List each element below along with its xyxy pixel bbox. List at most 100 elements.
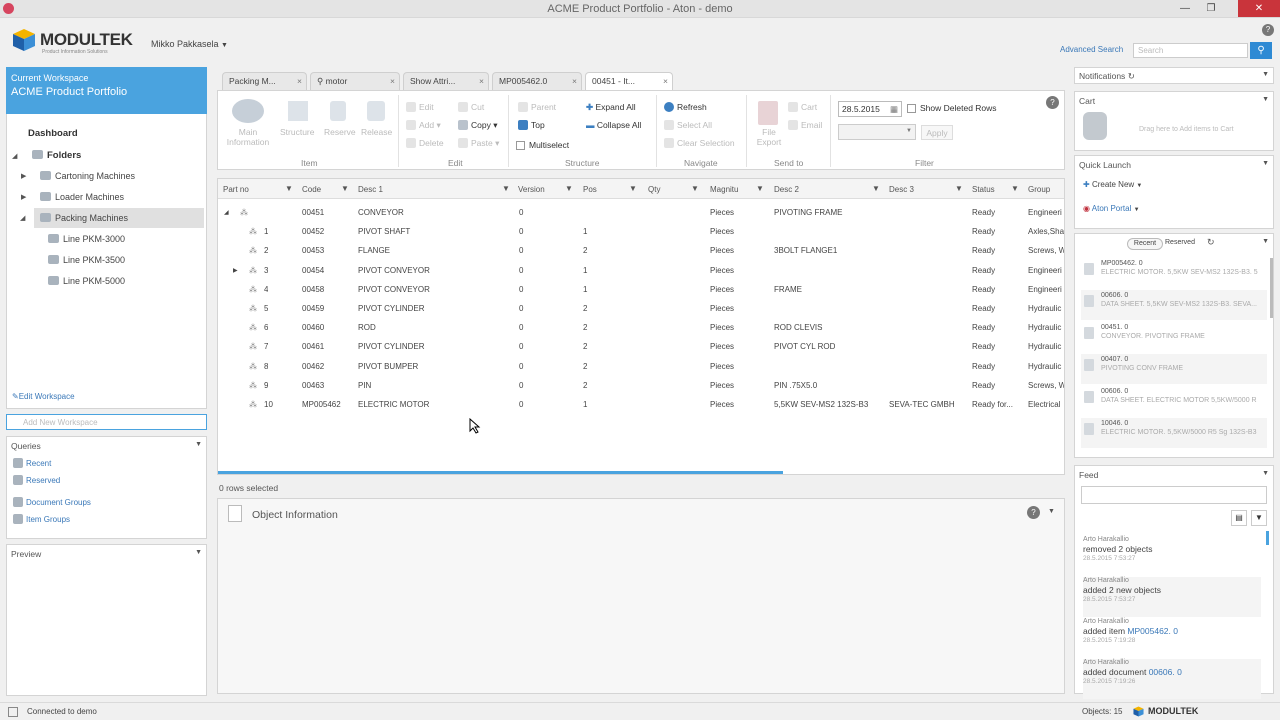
horizontal-scrollbar[interactable] [218, 471, 783, 474]
col-magnitude[interactable]: Magnitu [710, 185, 738, 194]
query-recent[interactable]: Recent [13, 458, 51, 468]
structure-button[interactable]: Structure [280, 127, 315, 137]
table-row[interactable]: ▶ ⁂ 3 00454 PIVOT CONVEYOR 0 1 Pieces Ready Engin… [218, 261, 1064, 280]
table-row[interactable]: ⁂ 1 00452 PIVOT SHAFT 0 1 Pieces Ready Axles,Sha [218, 222, 1064, 241]
notifications-title[interactable]: Notifications ↻ [1079, 71, 1135, 82]
comment-icon[interactable]: ▤ [1231, 510, 1247, 526]
table-row[interactable]: ⁂ 9 00463 PIN 0 2 Pieces PIN .75X5.0 Ready Screws… [218, 376, 1064, 395]
col-group[interactable]: Group [1028, 185, 1050, 194]
refresh-icon[interactable]: ↻ [1207, 237, 1215, 248]
col-desc2[interactable]: Desc 2 [774, 185, 799, 194]
filter-icon[interactable]: ▼ [565, 184, 573, 193]
filter-icon[interactable]: ▼ [872, 184, 880, 193]
filter-icon[interactable]: ▼ [955, 184, 963, 193]
expand-icon[interactable]: ▶ [21, 193, 26, 201]
filter-dropdown[interactable]: ▼ [838, 124, 916, 140]
feed-object-link[interactable]: 00606. 0 [1149, 667, 1182, 677]
collapse-icon[interactable]: ◢ [20, 214, 25, 222]
filter-icon[interactable]: ▼ [502, 184, 510, 193]
refresh-button[interactable]: Refresh [664, 102, 707, 112]
multiselect-checkbox[interactable]: Multiselect [516, 140, 569, 150]
collapse-icon[interactable]: ◢ [224, 209, 229, 216]
folder-cartoning[interactable]: Cartoning Machines [40, 171, 135, 181]
close-tab-icon[interactable]: × [663, 76, 668, 86]
table-row[interactable]: ⁂ 5 00459 PIVOT CYLINDER 0 2 Pieces Ready Hydrau… [218, 299, 1064, 318]
tab-packing[interactable]: Packing M... × [222, 72, 307, 90]
edit-workspace-link[interactable]: ✎Edit Workspace [12, 392, 75, 401]
vertical-scrollbar[interactable] [1266, 531, 1269, 545]
filter-icon[interactable]: ▼ [629, 184, 637, 193]
feed-object-link[interactable]: MP005462. 0 [1127, 626, 1178, 636]
query-reserved[interactable]: Reserved [13, 475, 60, 485]
filter-icon[interactable]: ▼ [1251, 510, 1267, 526]
release-button[interactable]: Release [361, 127, 392, 137]
folder-line-3500[interactable]: Line PKM-3500 [48, 255, 125, 265]
table-row[interactable]: ⁂ 7 00461 PIVOT CYLINDER 0 2 Pieces PIVOT CYL R… [218, 337, 1064, 356]
filter-icon[interactable]: ▼ [341, 184, 349, 193]
email-button[interactable]: Email [788, 120, 822, 130]
col-part-no[interactable]: Part no [223, 185, 249, 194]
add-workspace-input[interactable]: Add New Workspace [6, 414, 207, 430]
chevron-down-icon[interactable]: ▼ [1262, 160, 1269, 167]
col-code[interactable]: Code [302, 185, 321, 194]
chevron-down-icon[interactable]: ▼ [1262, 470, 1269, 477]
folders-node[interactable]: Folders [32, 150, 81, 161]
user-menu[interactable]: Mikko Pakkasela ▼ [151, 39, 228, 49]
expand-icon[interactable]: ▶ [233, 267, 238, 274]
recent-item[interactable]: 00606. 0 DATA SHEET. ELECTRIC MOTOR 5,5KW… [1081, 386, 1267, 416]
dashboard-link[interactable]: Dashboard [28, 128, 78, 139]
col-status[interactable]: Status [972, 185, 995, 194]
feed-input[interactable] [1081, 486, 1267, 504]
restore-icon[interactable]: ❐ [1198, 0, 1224, 17]
filter-icon[interactable]: ▼ [691, 184, 699, 193]
recent-item[interactable]: MP005462. 0 ELECTRIC MOTOR. 5,5KW SEV-MS2… [1081, 258, 1267, 288]
close-icon[interactable]: ✕ [1238, 0, 1280, 17]
table-row[interactable]: ◢ ⁂ 00451 CONVEYOR 0 Pieces PIVOTING FRAME Read… [218, 203, 1064, 222]
feed-author[interactable]: Arto Harakallio [1083, 659, 1261, 666]
apply-button[interactable]: Apply [921, 125, 953, 140]
parent-button[interactable]: Parent [518, 102, 556, 112]
collapse-icon[interactable]: ◢ [12, 152, 17, 160]
recent-item[interactable]: 00407. 0 PIVOTING CONV FRAME [1081, 354, 1267, 384]
search-button[interactable]: ⚲ [1250, 42, 1272, 59]
chevron-down-icon[interactable]: ▼ [1048, 508, 1055, 515]
cut-button[interactable]: Cut [458, 102, 484, 112]
filter-icon[interactable]: ▼ [1011, 184, 1019, 193]
tab-recent[interactable]: Recent [1127, 238, 1163, 250]
table-row[interactable]: ⁂ 8 00462 PIVOT BUMPER 0 2 Pieces Ready Hydrauli… [218, 357, 1064, 376]
vertical-scrollbar[interactable] [1270, 258, 1273, 318]
date-picker[interactable]: 28.5.2015 ▦ [838, 101, 902, 117]
col-desc1[interactable]: Desc 1 [358, 185, 383, 194]
feed-author[interactable]: Arto Harakallio [1083, 577, 1261, 584]
tab-mp005462[interactable]: MP005462.0 × [492, 72, 582, 90]
query-item-groups[interactable]: Item Groups [13, 514, 70, 524]
top-button[interactable]: Top [518, 120, 545, 130]
col-version[interactable]: Version [518, 185, 545, 194]
expand-icon[interactable]: ▶ [21, 172, 26, 180]
aton-portal-link[interactable]: ◉ Aton Portal ▼ [1083, 204, 1140, 213]
search-input[interactable]: Search [1133, 43, 1248, 58]
folder-packing[interactable]: Packing Machines [40, 213, 128, 223]
table-row[interactable]: ⁂ 6 00460 ROD 0 2 Pieces ROD CLEVIS Ready Hydraul… [218, 318, 1064, 337]
tab-reserved[interactable]: Reserved [1165, 239, 1195, 246]
filter-icon[interactable]: ▼ [756, 184, 764, 193]
close-tab-icon[interactable]: × [479, 76, 484, 86]
chevron-down-icon[interactable]: ▼ [1262, 96, 1269, 103]
delete-button[interactable]: Delete [406, 138, 444, 148]
table-row[interactable]: ⁂ 2 00453 FLANGE 0 2 Pieces 3BOLT FLANGE1 Ready S… [218, 241, 1064, 260]
minimize-icon[interactable]: — [1172, 0, 1198, 17]
cart-button[interactable]: Cart [788, 102, 817, 112]
select-all-button[interactable]: Select All [664, 120, 712, 130]
help-icon[interactable]: ? [1046, 96, 1059, 109]
col-pos[interactable]: Pos [583, 185, 597, 194]
main-information-button[interactable]: Main Information [226, 127, 270, 147]
chevron-down-icon[interactable]: ▼ [195, 549, 202, 556]
advanced-search-link[interactable]: Advanced Search [1060, 45, 1123, 54]
folder-loader[interactable]: Loader Machines [40, 192, 124, 202]
tab-motor[interactable]: ⚲ motor × [310, 72, 400, 90]
paste-button[interactable]: Paste ▾ [458, 138, 499, 149]
tab-show-attributes[interactable]: Show Attri... × [403, 72, 489, 90]
close-tab-icon[interactable]: × [572, 76, 577, 86]
file-export-button[interactable]: File Export [752, 127, 786, 147]
recent-item[interactable]: 10046. 0 ELECTRIC MOTOR. 5,5KW/5000 R5 Sg… [1081, 418, 1267, 448]
